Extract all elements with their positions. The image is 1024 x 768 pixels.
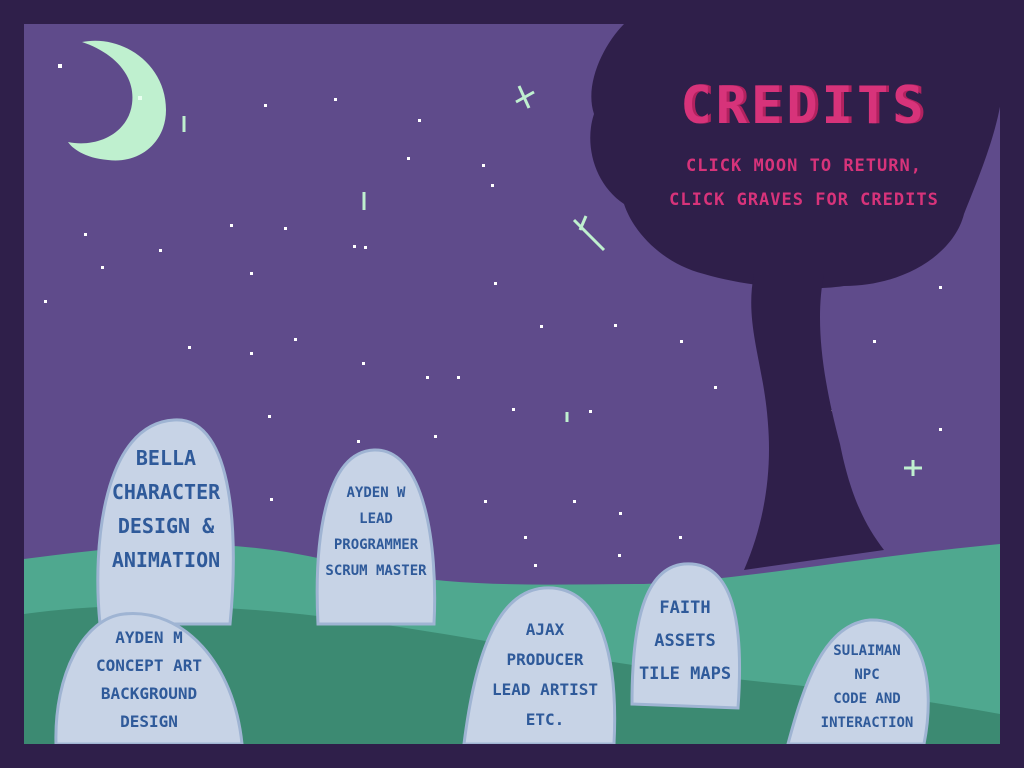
grave-line: ASSETS [654,631,716,651]
grave-line: SULAIMAN [833,643,901,659]
grave-line: AYDEN M [115,628,183,647]
grave-line: ETC. [525,710,565,729]
grave-line: DESIGN & [117,514,215,538]
crescent-moon-icon[interactable] [58,40,166,161]
instruction-line-1: CLICK MOON TO RETURN, [686,156,922,176]
grave-bella[interactable]: BELLA CHARACTER DESIGN & ANIMATION [100,448,232,570]
grave-aydenm[interactable]: AYDEN M CONCEPT ART BACKGROUND DESIGN [64,630,234,730]
grave-faith[interactable]: FAITH ASSETS TILE MAPS [628,600,742,683]
grave-line: CODE AND [833,691,901,707]
grave-ajax[interactable]: AJAX PRODUCER LEAD ARTIST ETC. [470,622,620,728]
credits-scene: CREDITS CLICK MOON TO RETURN, CLICK GRAV… [24,24,1000,744]
grave-line: CHARACTER [111,480,221,504]
grave-line: BELLA [135,446,197,470]
grave-line: BACKGROUND [100,684,198,703]
grave-line: PROGRAMMER [333,537,419,553]
grave-line: TILE MAPS [638,664,732,684]
grave-line: FAITH [659,598,711,618]
grave-line: INTERACTION [820,715,914,731]
grave-line: CONCEPT ART [96,656,202,675]
grave-line: LEAD ARTIST [492,680,598,699]
grave-line: NPC [854,667,880,683]
grave-line: LEAD [359,511,393,527]
grave-line: AYDEN W [346,485,406,501]
game-frame: CREDITS CLICK MOON TO RETURN, CLICK GRAV… [0,0,1024,768]
grave-line: SCRUM MASTER [325,563,427,579]
grave-line: PRODUCER [506,650,584,669]
grave-aydenw[interactable]: AYDEN W LEAD PROGRAMMER SCRUM MASTER [314,486,438,578]
page-title: CREDITS [680,76,928,136]
instruction-line-2: CLICK GRAVES FOR CREDITS [669,190,939,210]
grave-line: DESIGN [120,712,178,731]
grave-sulaiman[interactable]: SULAIMAN NPC CODE AND INTERACTION [802,644,932,730]
grave-line: AJAX [525,620,565,639]
grave-line: ANIMATION [111,548,221,572]
